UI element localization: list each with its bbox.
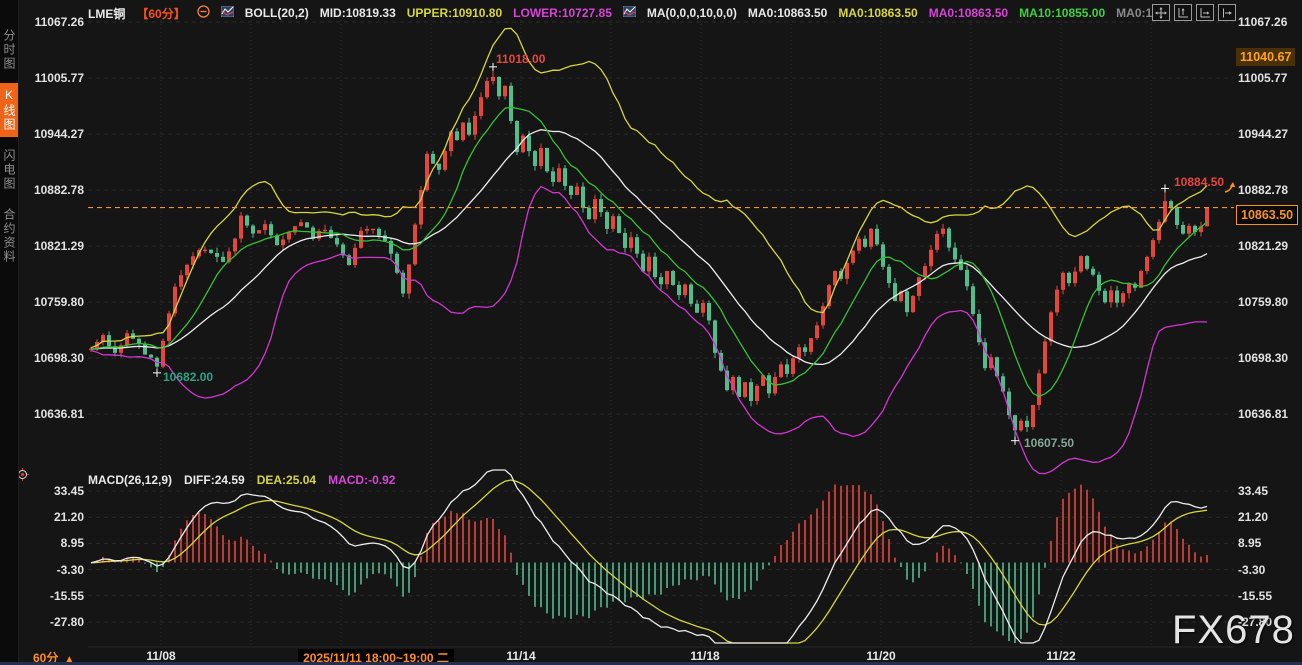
macd-dea-value: DEA:25.04 (257, 473, 316, 487)
ma-indicator-icon[interactable] (623, 6, 636, 20)
sidebar-item-contract-info[interactable]: 合约资料 (0, 203, 18, 269)
page-forward-icon[interactable] (1218, 4, 1236, 21)
boll-mid-value: MID:10819.33 (320, 6, 396, 20)
extreme-price-label: 10607.50 (1024, 436, 1074, 450)
chart-toolbar (1152, 4, 1236, 21)
extreme-price-label: 10682.00 (163, 370, 213, 384)
ma0-value-yellow: MA0:10863.50 (838, 6, 917, 20)
current-price-badge: 10863.50 (1236, 205, 1298, 225)
ma0-value-magenta: MA0:10863.50 (929, 6, 1008, 20)
sidebar-item-kline-chart[interactable]: K线图 (0, 83, 18, 137)
boll-lower-value: LOWER:10727.85 (513, 6, 612, 20)
time-axis-bar: 11/082025/11/11 18:00~19:00 二11/1411/181… (19, 648, 1302, 662)
reference-price-badge: 11040.67 (1236, 48, 1295, 66)
date-tick-label: 11/08 (146, 649, 175, 663)
indicator-header-bar: LME铜 【60分】 BOLL(20,2) MID:10819.33 UPPER… (88, 5, 1162, 21)
scale-axis-left-icon[interactable] (1174, 4, 1192, 21)
period-label: 【60分】 (136, 5, 185, 22)
ma0-value-white: MA0:10863.50 (748, 6, 827, 20)
kline-chart-canvas[interactable] (0, 0, 1302, 665)
ma-name: MA(0,0,0,10,0,0) (647, 6, 737, 20)
date-tick-label: 11/14 (506, 649, 535, 663)
sidebar-item-lightning-chart[interactable]: 闪电图 (0, 144, 18, 196)
boll-indicator-icon[interactable] (221, 6, 234, 20)
collapse-circle-icon[interactable] (197, 5, 210, 21)
trading-app-window: 分时图 K线图 闪电图 合约资料 LME铜 【60分】 BOLL(20,2) M… (0, 0, 1302, 665)
extreme-price-label: 11018.00 (496, 52, 545, 66)
symbol-name: LME铜 (88, 5, 125, 22)
fx678-watermark: FX678 (1172, 608, 1295, 653)
macd-title: MACD(26,12,9) (88, 473, 172, 487)
date-tick-label: 11/18 (690, 649, 719, 663)
move-tool-icon[interactable] (1152, 4, 1170, 21)
extreme-price-label: 10884.50 (1174, 175, 1224, 189)
boll-name: BOLL(20,2) (245, 6, 309, 20)
ma10-value-green: MA10:10855.00 (1019, 6, 1105, 20)
macd-header-row: MACD(26,12,9) DIFF:24.59 DEA:25.04 MACD:… (88, 473, 395, 487)
chart-type-sidebar: 分时图 K线图 闪电图 合约资料 (0, 0, 19, 665)
scale-axis-right-icon[interactable] (1196, 4, 1214, 21)
macd-macd-value: MACD:-0.92 (328, 473, 395, 487)
boll-upper-value: UPPER:10910.80 (407, 6, 502, 20)
macd-diff-value: DIFF:24.59 (184, 473, 245, 487)
sidebar-item-time-chart[interactable]: 分时图 (0, 24, 18, 76)
price-flag-icon (1224, 181, 1237, 199)
date-tick-label: 11/20 (866, 649, 895, 663)
date-tick-label: 11/22 (1046, 649, 1075, 663)
